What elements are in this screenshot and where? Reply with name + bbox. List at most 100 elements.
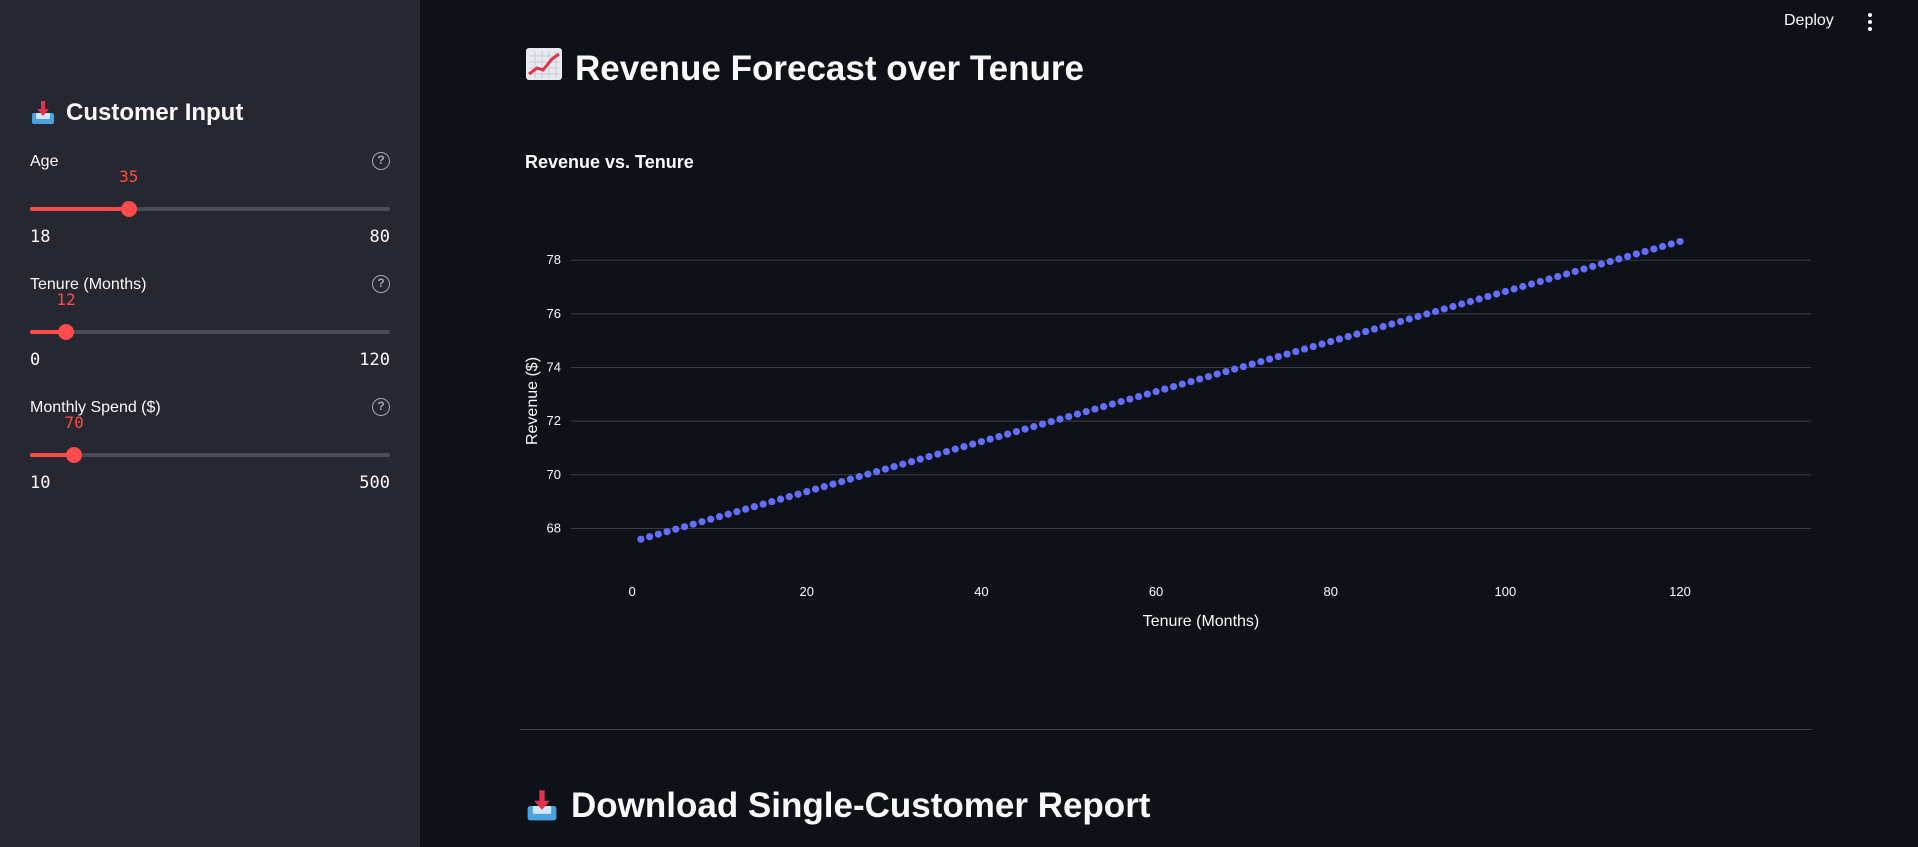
data-point[interactable] (680, 523, 689, 531)
data-point[interactable] (1545, 275, 1553, 283)
data-point[interactable] (1493, 290, 1501, 298)
data-point[interactable] (1571, 267, 1579, 276)
data-point[interactable] (1126, 395, 1134, 403)
tenure-slider[interactable]: 12 (30, 290, 390, 340)
data-point[interactable] (1143, 390, 1151, 398)
data-point[interactable] (1667, 240, 1675, 248)
data-point[interactable] (1300, 345, 1309, 353)
data-point[interactable] (645, 533, 654, 541)
data-point[interactable] (654, 530, 662, 538)
data-point[interactable] (977, 438, 986, 446)
data-point[interactable] (811, 485, 820, 493)
data-point[interactable] (1335, 335, 1344, 343)
data-point[interactable] (724, 510, 732, 518)
data-point[interactable] (829, 480, 837, 488)
data-point[interactable] (1562, 270, 1571, 278)
data-point[interactable] (1292, 347, 1300, 356)
data-point[interactable] (689, 520, 697, 528)
data-point[interactable] (1222, 367, 1230, 376)
data-point[interactable] (1257, 357, 1265, 366)
data-point[interactable] (1047, 417, 1055, 426)
data-point[interactable] (890, 463, 898, 471)
tenure-slider-thumb[interactable] (58, 324, 74, 340)
data-point[interactable] (742, 505, 750, 513)
data-point[interactable] (1108, 400, 1117, 408)
data-point[interactable] (794, 490, 802, 498)
data-point[interactable] (881, 465, 889, 473)
data-point[interactable] (820, 483, 828, 491)
data-point[interactable] (1362, 327, 1370, 336)
data-point[interactable] (1248, 360, 1256, 368)
data-point[interactable] (1231, 365, 1239, 373)
monthly-spend-slider[interactable]: 70 (30, 413, 390, 463)
data-point[interactable] (1169, 382, 1178, 391)
data-point[interactable] (1658, 242, 1667, 251)
data-point[interactable] (1423, 310, 1431, 318)
data-point[interactable] (707, 515, 715, 523)
data-point[interactable] (1265, 355, 1274, 363)
data-point[interactable] (803, 488, 811, 496)
help-icon[interactable]: ? (372, 398, 390, 416)
data-point[interactable] (1510, 285, 1518, 293)
help-icon[interactable]: ? (372, 152, 390, 170)
data-point[interactable] (1196, 375, 1204, 383)
data-point[interactable] (873, 468, 881, 476)
data-point[interactable] (1082, 407, 1090, 416)
data-point[interactable] (1117, 397, 1125, 406)
data-point[interactable] (733, 508, 741, 516)
data-point[interactable] (1396, 317, 1405, 326)
data-point[interactable] (1161, 385, 1169, 393)
data-point[interactable] (1004, 430, 1012, 438)
data-point[interactable] (907, 458, 916, 466)
data-point[interactable] (1449, 302, 1457, 311)
data-point[interactable] (1606, 257, 1614, 266)
data-point[interactable] (1405, 315, 1413, 323)
data-point[interactable] (942, 448, 951, 456)
data-point[interactable] (1554, 272, 1562, 281)
data-point[interactable] (637, 535, 645, 543)
monthly-spend-slider-thumb[interactable] (66, 447, 83, 463)
data-point[interactable] (1519, 282, 1527, 291)
data-point[interactable] (1187, 377, 1195, 386)
data-point[interactable] (1091, 405, 1099, 413)
vertical-ellipsis-icon[interactable] (1866, 13, 1874, 33)
data-point[interactable] (1344, 332, 1352, 341)
data-point[interactable] (1021, 425, 1029, 433)
deploy-button[interactable]: Deploy (1784, 12, 1834, 30)
data-point[interactable] (916, 455, 924, 463)
data-point[interactable] (750, 503, 758, 511)
data-point[interactable] (1100, 402, 1108, 411)
data-point[interactable] (1624, 252, 1632, 261)
data-point[interactable] (1580, 265, 1588, 273)
data-point[interactable] (1414, 312, 1422, 321)
data-point[interactable] (1353, 330, 1361, 338)
data-point[interactable] (1650, 245, 1658, 253)
data-point[interactable] (1466, 297, 1475, 306)
data-point[interactable] (1370, 325, 1378, 333)
data-point[interactable] (776, 495, 785, 503)
data-point[interactable] (715, 513, 724, 521)
data-point[interactable] (1458, 300, 1466, 308)
data-point[interactable] (663, 528, 671, 536)
data-point[interactable] (1309, 342, 1317, 351)
age-slider[interactable]: 35 (30, 167, 390, 217)
data-point[interactable] (672, 525, 680, 533)
data-point[interactable] (925, 453, 933, 461)
data-point[interactable] (864, 470, 872, 478)
data-point[interactable] (1475, 295, 1483, 303)
data-point[interactable] (1676, 237, 1684, 246)
data-point[interactable] (1527, 280, 1536, 288)
data-point[interactable] (1597, 260, 1606, 268)
data-point[interactable] (838, 478, 846, 486)
data-point[interactable] (1204, 372, 1213, 381)
data-point[interactable] (1073, 410, 1082, 418)
data-point[interactable] (960, 443, 968, 451)
data-point[interactable] (846, 475, 855, 483)
data-point[interactable] (986, 435, 994, 443)
data-point[interactable] (969, 440, 977, 448)
data-point[interactable] (1327, 337, 1335, 346)
data-point[interactable] (1056, 415, 1064, 423)
data-point[interactable] (1135, 392, 1143, 401)
data-point[interactable] (1615, 255, 1623, 263)
data-point[interactable] (1431, 307, 1440, 316)
